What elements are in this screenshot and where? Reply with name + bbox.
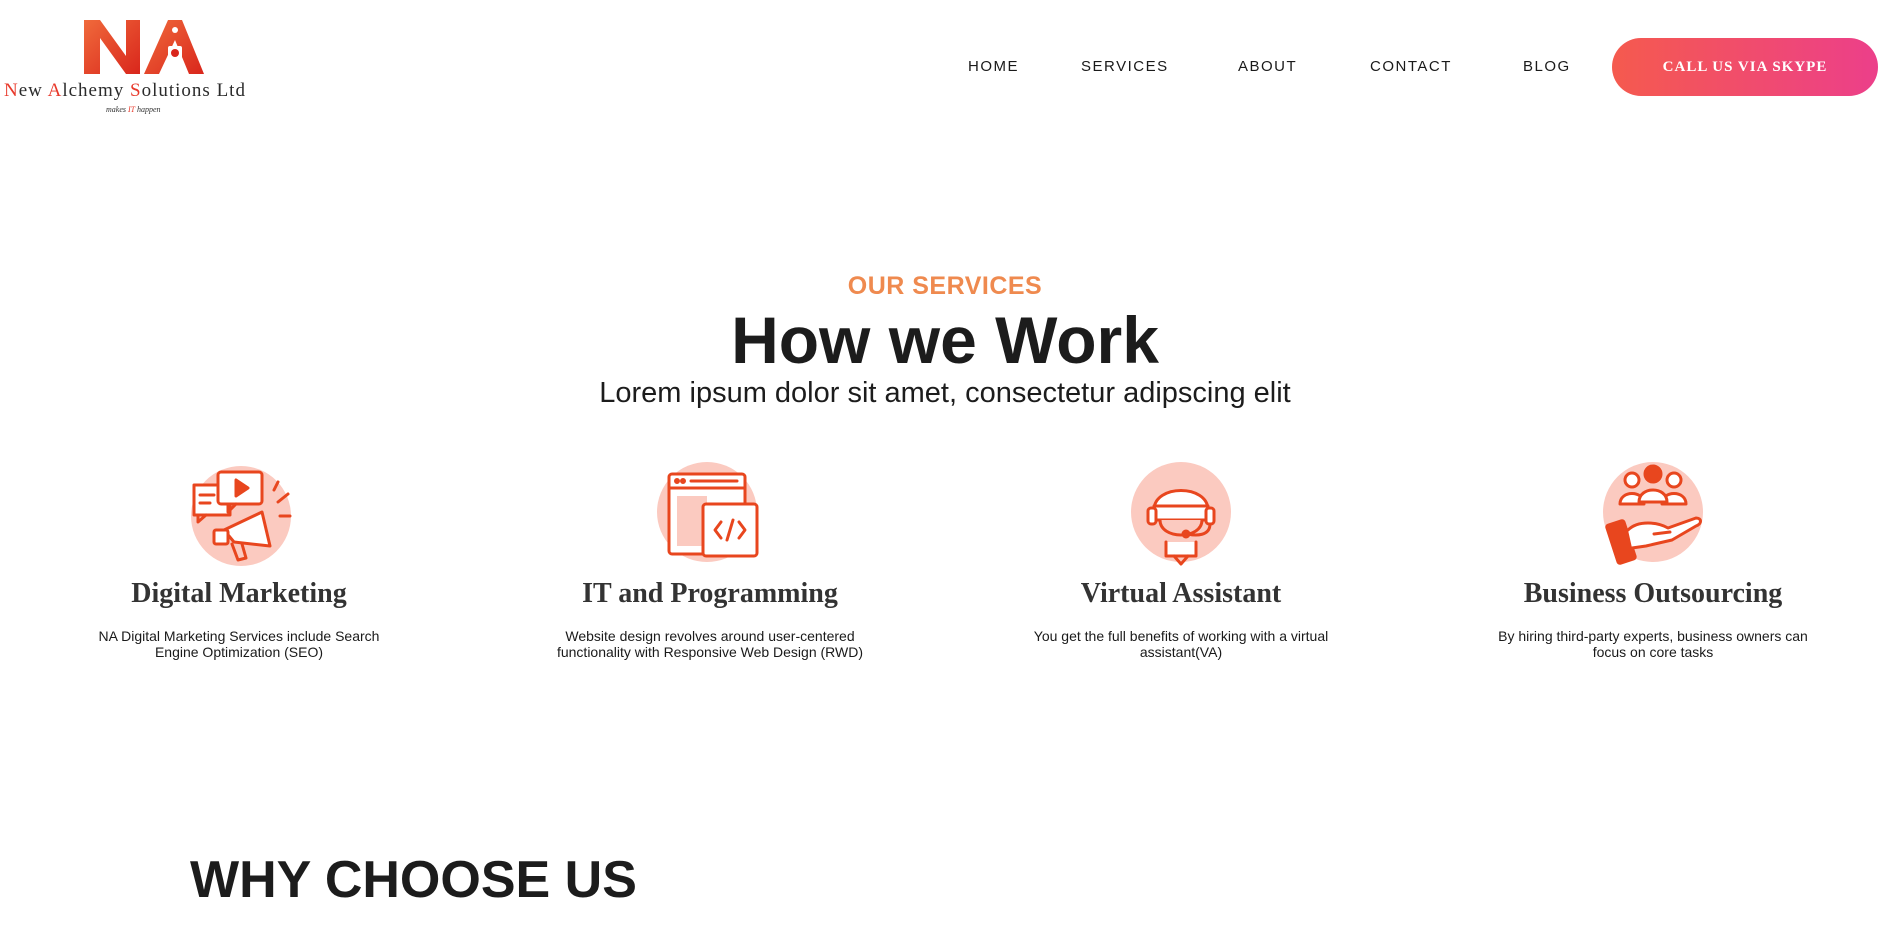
brand-name: New Alchemy Solutions Ltd [4, 80, 246, 102]
section-subtitle: Lorem ipsum dolor sit amet, consectetur … [599, 377, 1291, 409]
service-card-business-outsourcing[interactable]: Business Outsourcing By hiring third-par… [1473, 460, 1833, 660]
brand-name-part: S [130, 80, 142, 101]
headset-assistant-icon [1131, 462, 1231, 566]
why-choose-us-heading: WHY CHOOSE US [190, 851, 637, 909]
nav-about[interactable]: ABOUT [1238, 58, 1297, 75]
code-window-icon [657, 462, 759, 562]
service-title: Business Outsourcing [1523, 578, 1783, 609]
nav-services[interactable]: SERVICES [1081, 58, 1169, 75]
section-eyebrow: OUR SERVICES [847, 272, 1043, 300]
nav-contact[interactable]: CONTACT [1370, 58, 1452, 75]
service-title: IT and Programming [582, 578, 838, 609]
service-card-digital-marketing[interactable]: Digital Marketing NA Digital Marketing S… [59, 460, 419, 660]
brand-name-part: ew [18, 80, 48, 101]
service-desc: By hiring third-party experts, business … [1498, 628, 1808, 660]
brand-name-part: lchemy [62, 80, 131, 101]
main-nav: HOME SERVICES ABOUT CONTACT BLOG [0, 58, 1890, 78]
brand-name-part: A [47, 80, 63, 101]
service-title: Digital Marketing [131, 578, 347, 609]
outsourcing-hand-icon [1603, 462, 1703, 565]
brand-name-part: olutions Ltd [141, 80, 246, 101]
brand-name-part: N [4, 80, 19, 101]
service-title: Virtual Assistant [1080, 578, 1282, 609]
section-title: How we Work [731, 303, 1159, 377]
brand-tagline: makes IT happen [106, 105, 161, 114]
service-desc: You get the full benefits of working wit… [1033, 628, 1329, 660]
call-skype-button[interactable]: CALL US VIA SKYPE [1612, 38, 1878, 96]
nav-blog[interactable]: BLOG [1523, 58, 1571, 75]
service-card-virtual-assistant[interactable]: Virtual Assistant You get the full benef… [1001, 460, 1361, 660]
service-card-it-programming[interactable]: IT and Programming Website design revolv… [530, 460, 890, 660]
service-desc: Website design revolves around user-cent… [556, 628, 864, 660]
service-desc: NA Digital Marketing Services include Se… [98, 628, 380, 660]
megaphone-icon [191, 466, 292, 566]
nav-home[interactable]: HOME [968, 58, 1019, 75]
